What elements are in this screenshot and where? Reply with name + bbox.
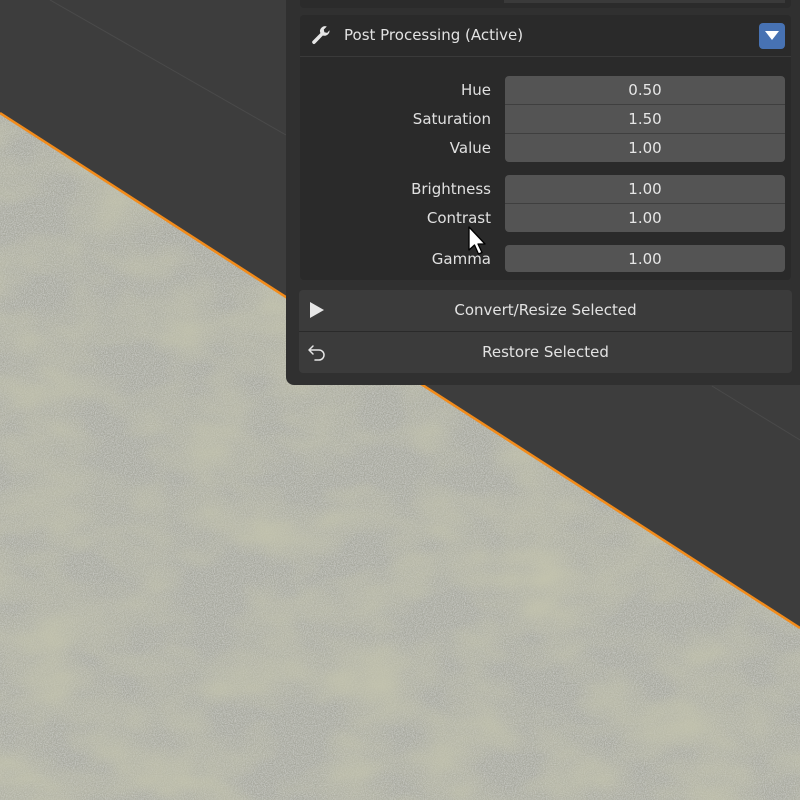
contrast-field[interactable]: 1.00 bbox=[505, 203, 785, 232]
brightness-value: 1.00 bbox=[628, 180, 662, 198]
section-header[interactable]: Post Processing (Active) bbox=[300, 15, 791, 57]
value-field[interactable]: 1.00 bbox=[505, 133, 785, 162]
saturation-field[interactable]: 1.50 bbox=[505, 104, 785, 133]
wrench-icon bbox=[312, 26, 330, 44]
brightness-field[interactable]: 1.00 bbox=[505, 175, 785, 203]
saturation-label: Saturation bbox=[412, 110, 491, 128]
contrast-label: Contrast bbox=[426, 209, 491, 227]
brightness-label: Brightness bbox=[411, 180, 491, 198]
contrast-value: 1.00 bbox=[628, 209, 662, 227]
hue-value: 0.50 bbox=[628, 81, 662, 99]
value-label: Value bbox=[449, 139, 491, 157]
gamma-label: Gamma bbox=[431, 250, 491, 268]
section-menu-button[interactable] bbox=[759, 23, 785, 49]
hue-label: Hue bbox=[460, 81, 491, 99]
value-value: 1.00 bbox=[628, 139, 662, 157]
saturation-value: 1.50 bbox=[628, 110, 662, 128]
hue-field[interactable]: 0.50 bbox=[505, 76, 785, 104]
post-processing-section: Post Processing (Active) Hue 0.50 Satura… bbox=[300, 15, 791, 280]
section-title: Post Processing (Active) bbox=[344, 26, 524, 44]
mouse-cursor-icon bbox=[468, 226, 486, 255]
chevron-down-icon bbox=[765, 31, 779, 40]
gamma-value: 1.00 bbox=[628, 249, 662, 268]
gamma-field[interactable]: 1.00 bbox=[505, 245, 785, 272]
convert-resize-label: Convert/Resize Selected bbox=[454, 301, 637, 319]
previous-field-edge bbox=[504, 0, 785, 3]
convert-resize-button[interactable]: Convert/Resize Selected bbox=[299, 290, 792, 331]
restore-selected-button[interactable]: Restore Selected bbox=[299, 331, 792, 373]
restore-selected-label: Restore Selected bbox=[482, 343, 609, 361]
